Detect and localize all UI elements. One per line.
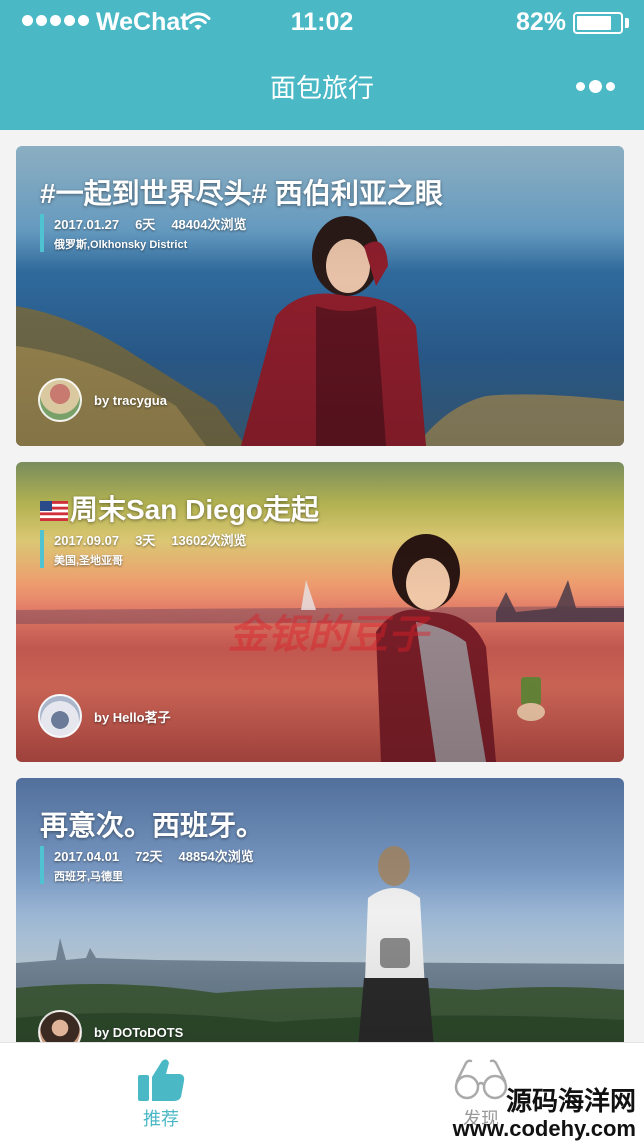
trip-days: 3天 <box>135 533 156 548</box>
trip-date: 2017.04.01 <box>54 849 120 864</box>
trip-stats: 2017.01.27 6天 48404次浏览 <box>54 214 262 233</box>
avatar[interactable] <box>38 694 82 738</box>
watermark-line-2: www.codehy.com <box>452 1116 636 1141</box>
trip-card[interactable]: 金银的豆子 周末San Diego走起 2017.09.07 3天 13602次浏览… <box>16 462 624 762</box>
overlay-watermark: 金银的豆子 <box>228 613 428 657</box>
trip-title: 再意次。西班牙。 <box>40 810 265 841</box>
watermark-line-1: 源码海洋网 <box>505 1086 636 1116</box>
tab-label: 推荐 <box>143 1109 179 1129</box>
tab-recommend[interactable]: 推荐 <box>61 1043 261 1144</box>
trip-title-text: 周末San Diego走起 <box>70 494 319 525</box>
author-name[interactable]: by Hello茗子 <box>94 707 171 726</box>
status-bar: WeChat 11:02 82% <box>0 0 644 44</box>
app-screen: WeChat 11:02 82% 面包旅行 #一起到世界尽头# 西伯利亚之眼 2… <box>0 0 644 1144</box>
trip-days: 72天 <box>135 849 163 864</box>
trip-views: 48404次浏览 <box>171 217 247 232</box>
trip-location: 西班牙,马德里 <box>54 871 124 883</box>
trip-days: 6天 <box>135 217 156 232</box>
trip-views: 13602次浏览 <box>171 533 247 548</box>
trip-card[interactable]: #一起到世界尽头# 西伯利亚之眼 2017.01.27 6天 48404次浏览 俄罗… <box>16 146 624 446</box>
trip-stats: 2017.09.07 3天 13602次浏览 <box>54 530 262 549</box>
trip-title: 周末San Diego走起 <box>40 488 319 528</box>
author-name[interactable]: by tracygua <box>94 393 167 408</box>
trip-meta: 2017.04.01 72天 48854次浏览 西班牙,马德里 <box>40 846 270 884</box>
trip-meta: 2017.09.07 3天 13602次浏览 美国,圣地亚哥 <box>40 530 262 568</box>
battery-icon <box>573 12 623 34</box>
trip-card[interactable]: 再意次。西班牙。 2017.04.01 72天 48854次浏览 西班牙,马德里 b… <box>16 778 624 1042</box>
thumbs-up-icon <box>138 1059 185 1101</box>
trip-meta: 2017.01.27 6天 48404次浏览 俄罗斯,Olkhonsky Distr… <box>40 214 262 252</box>
trip-feed: #一起到世界尽头# 西伯利亚之眼 2017.01.27 6天 48404次浏览 俄罗… <box>0 130 644 1042</box>
avatar[interactable] <box>38 1010 82 1042</box>
trip-views: 48854次浏览 <box>178 849 254 864</box>
trip-title: #一起到世界尽头# 西伯利亚之眼 <box>40 178 443 209</box>
trip-location: 美国,圣地亚哥 <box>54 555 124 567</box>
trip-author[interactable]: by tracygua <box>38 378 167 422</box>
battery-cap <box>625 18 629 28</box>
trip-author[interactable]: by DOToDOTS <box>38 1010 183 1042</box>
trip-location: 俄罗斯,Olkhonsky District <box>54 239 188 251</box>
page-title: 面包旅行 <box>269 73 374 103</box>
more-menu-button[interactable] <box>576 80 615 93</box>
top-bar: WeChat 11:02 82% 面包旅行 <box>0 0 644 130</box>
battery-percent: 82% <box>516 8 567 36</box>
flag-us-icon <box>40 501 68 521</box>
author-name[interactable]: by DOToDOTS <box>94 1025 183 1040</box>
trip-date: 2017.01.27 <box>54 217 120 232</box>
trip-date: 2017.09.07 <box>54 533 120 548</box>
trip-stats: 2017.04.01 72天 48854次浏览 <box>54 846 270 865</box>
site-watermark: 源码海洋网 www.codehy.com <box>436 1086 636 1142</box>
trip-author[interactable]: by Hello茗子 <box>38 694 171 738</box>
avatar[interactable] <box>38 378 82 422</box>
